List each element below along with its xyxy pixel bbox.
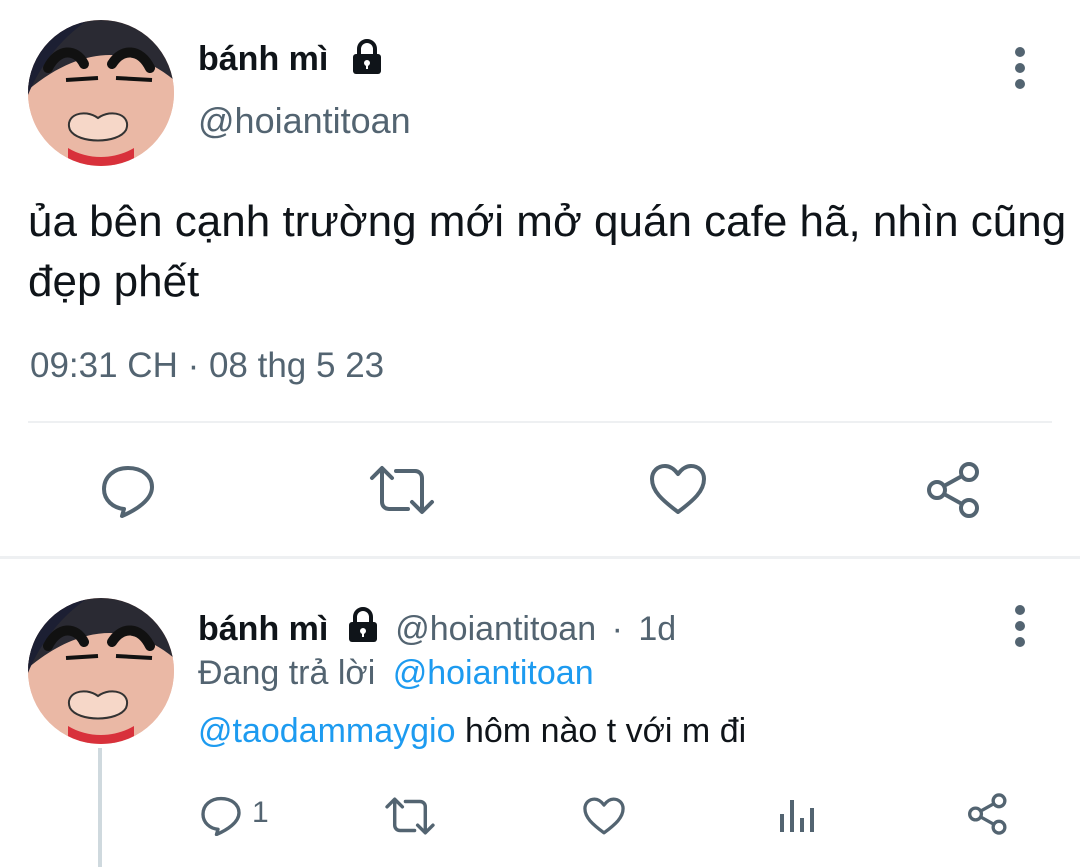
reply-icon xyxy=(201,796,241,836)
user-handle[interactable]: @hoiantitoan xyxy=(395,610,596,648)
reply-body-text: hôm nào t với m đi xyxy=(455,712,747,750)
more-vertical-icon[interactable] xyxy=(1010,46,1030,90)
lock-icon xyxy=(353,39,381,74)
retweet-button[interactable] xyxy=(368,464,436,516)
reply-button[interactable] xyxy=(100,462,156,518)
mention-link[interactable]: @taodammaygio xyxy=(198,712,456,750)
heart-icon xyxy=(650,464,706,514)
more-vertical-icon[interactable] xyxy=(1010,604,1030,648)
replying-to-label: Đang trả lời xyxy=(198,654,376,692)
display-name[interactable]: bánh mì xyxy=(198,610,328,648)
replying-to: Đang trả lời @hoiantitoan xyxy=(198,654,594,693)
reply-count: 1 xyxy=(252,796,269,829)
reply-icon xyxy=(102,466,154,518)
lock-icon xyxy=(348,607,377,642)
thread-line xyxy=(98,748,102,867)
tweet-text: ủa bên cạnh trường mới mở quán cafe hã, … xyxy=(28,197,1067,306)
divider xyxy=(28,421,1052,423)
analytics-icon xyxy=(780,800,814,832)
avatar-image xyxy=(28,598,174,744)
heart-icon xyxy=(583,797,625,835)
share-button[interactable] xyxy=(966,792,1010,836)
replying-to-handle[interactable]: @hoiantitoan xyxy=(393,654,594,692)
share-icon xyxy=(927,462,979,518)
share-icon xyxy=(968,793,1007,835)
avatar[interactable] xyxy=(28,598,174,744)
tweet-timestamp[interactable]: 09:31 CH · 08 thg 5 23 xyxy=(30,346,384,386)
analytics-button[interactable] xyxy=(778,796,816,834)
like-button[interactable] xyxy=(648,462,708,516)
reply-text: @taodammaygio hôm nào t với m đi xyxy=(198,712,746,751)
retweet-button[interactable] xyxy=(384,796,436,836)
like-button[interactable] xyxy=(582,796,626,836)
user-handle[interactable]: @hoiantitoan xyxy=(198,100,411,142)
retweet-icon xyxy=(370,466,434,514)
avatar[interactable] xyxy=(28,20,174,166)
section-divider xyxy=(0,556,1080,559)
reply-button[interactable] xyxy=(200,794,242,836)
separator: · xyxy=(611,610,623,648)
display-name[interactable]: bánh mì xyxy=(198,40,328,79)
tweet-age[interactable]: 1d xyxy=(638,610,676,648)
retweet-icon xyxy=(385,797,435,835)
reply-header: bánh mì @hoiantitoan · 1d xyxy=(198,606,676,649)
avatar-image xyxy=(28,20,174,166)
share-button[interactable] xyxy=(924,460,984,520)
